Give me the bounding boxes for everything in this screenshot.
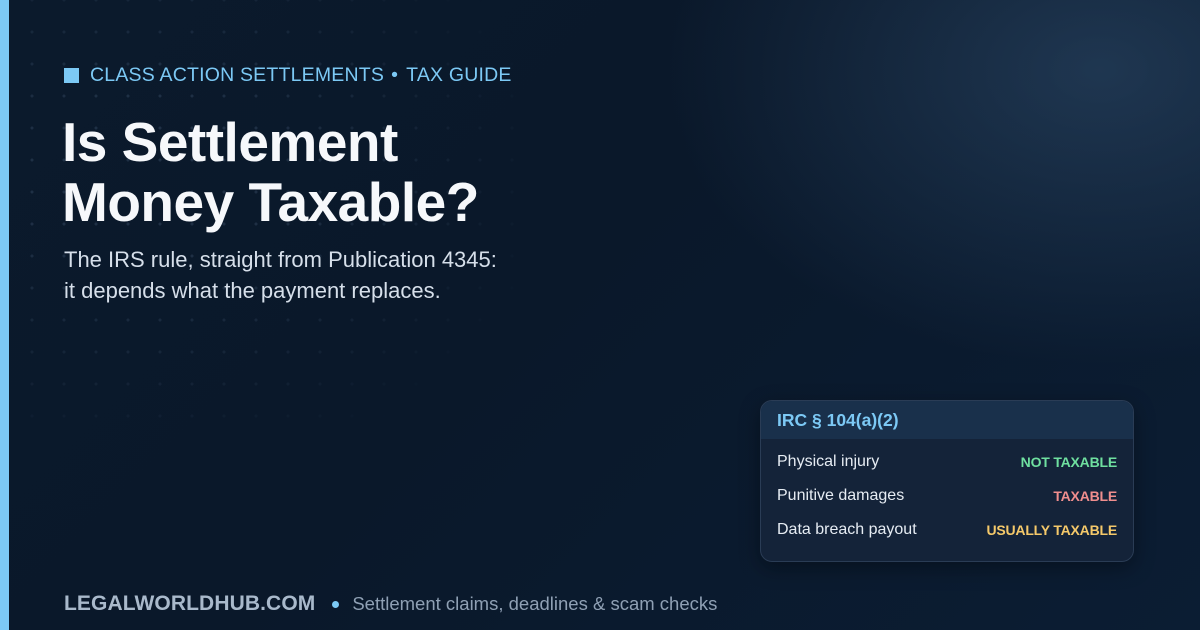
square-icon [64, 68, 79, 83]
card-row: Punitive damages TAXABLE [761, 479, 1133, 513]
footer: LEGALWORLDHUB.COM Settlement claims, dea… [64, 590, 717, 618]
subtitle: The IRS rule, straight from Publication … [64, 244, 497, 306]
left-accent-bar [0, 0, 9, 630]
row-label: Data breach payout [777, 521, 917, 538]
row-label: Punitive damages [777, 487, 905, 504]
eyebrow-separator: • [391, 64, 399, 86]
card-header: IRC § 104(a)(2) [761, 401, 1133, 439]
subtitle-line-1: The IRS rule, straight from Publication … [64, 247, 497, 272]
title-line-2: Money Taxable? [62, 171, 479, 233]
card-rows: Physical injury NOT TAXABLE Punitive dam… [761, 439, 1133, 547]
site-brand: LEGALWORLDHUB.COM [64, 592, 316, 615]
eyebrow-type: TAX GUIDE [406, 64, 512, 86]
row-label: Physical injury [777, 453, 880, 470]
title-line-1: Is Settlement [62, 111, 398, 173]
status-badge: USUALLY TAXABLE [986, 522, 1117, 538]
eyebrow-category: CLASS ACTION SETTLEMENTS [90, 64, 385, 86]
card-row: Physical injury NOT TAXABLE [761, 445, 1133, 479]
tax-rule-card: IRC § 104(a)(2) Physical injury NOT TAXA… [760, 400, 1134, 562]
dot-icon [332, 600, 340, 608]
status-badge: NOT TAXABLE [1020, 454, 1118, 470]
site-tagline: Settlement claims, deadlines & scam chec… [352, 593, 718, 614]
status-badge: TAXABLE [1053, 488, 1117, 504]
subtitle-line-2: it depends what the payment replaces. [64, 278, 441, 303]
card-row: Data breach payout USUALLY TAXABLE [761, 513, 1133, 547]
page-title: Is Settlement Money Taxable? [62, 112, 479, 232]
eyebrow: CLASS ACTION SETTLEMENTS • TAX GUIDE [64, 64, 512, 87]
